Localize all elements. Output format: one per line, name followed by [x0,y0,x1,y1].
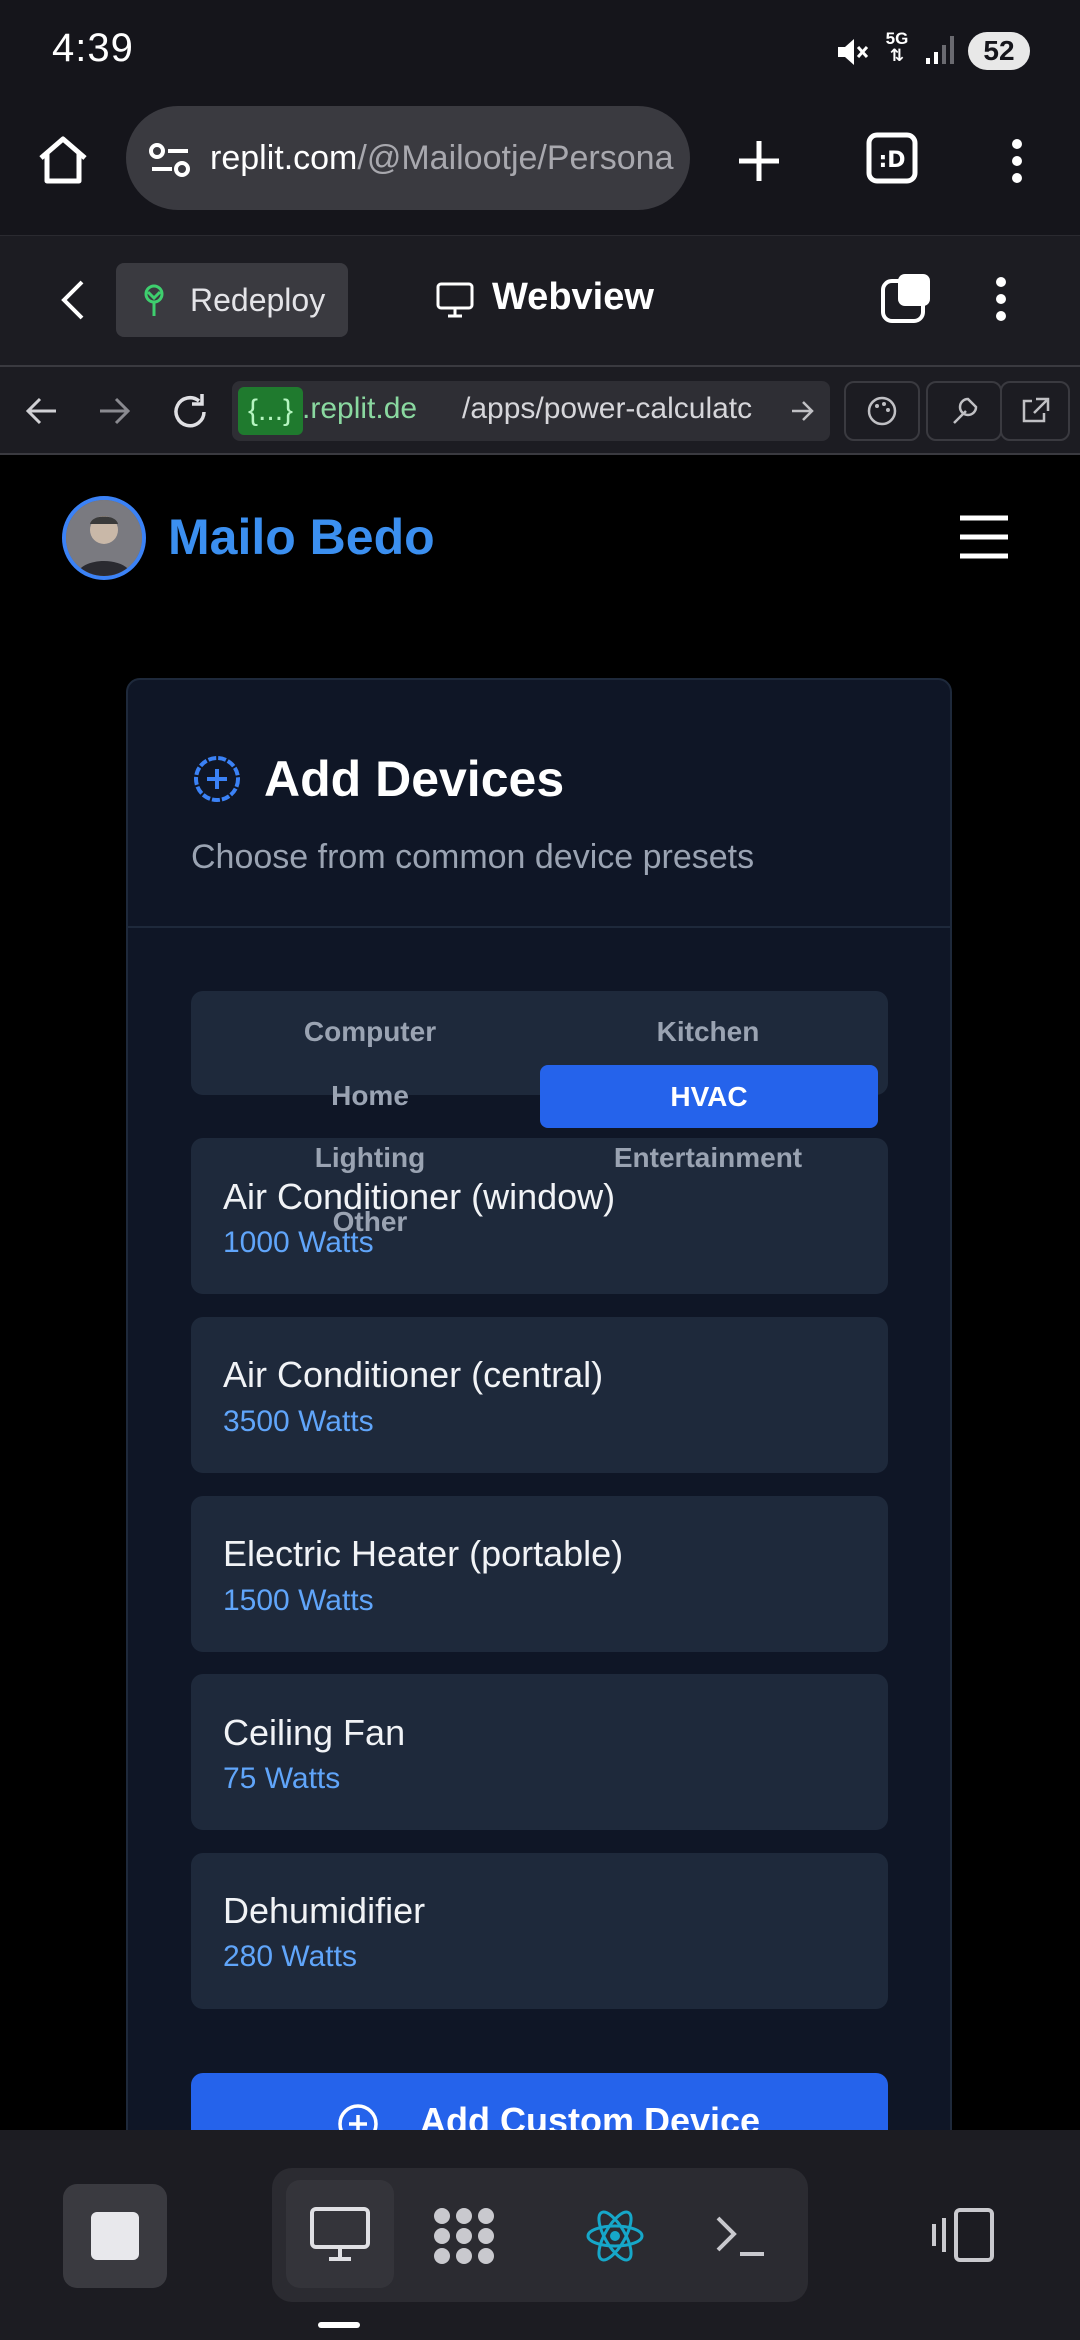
files-grid-icon[interactable] [430,2204,498,2268]
tab-hvac[interactable]: HVAC [540,1065,878,1128]
nav-forward-icon[interactable] [98,396,132,426]
tab-other[interactable]: Other [220,1206,520,1238]
dev-url-path: /apps/power-calculatc [462,392,753,425]
plus-circle-icon [192,754,242,804]
home-indicator[interactable] [318,2322,360,2328]
card-subtitle: Choose from common device presets [191,838,755,876]
monitor-icon [436,282,474,318]
site-settings-icon[interactable] [148,140,192,180]
network-type-label: 5G [885,29,909,48]
url-chip: {...} [238,387,304,435]
reload-icon[interactable] [170,392,210,432]
card-divider [128,926,950,928]
theme-button[interactable] [844,381,920,441]
new-window-icon[interactable] [880,272,932,324]
network-type-icon: 5G ⇅ [885,29,909,65]
signal-icon [924,32,958,66]
svg-text::D: :D [878,148,905,173]
redeploy-label: Redeploy [190,281,326,318]
tab-entertainment[interactable]: Entertainment [558,1142,858,1174]
go-arrow-icon[interactable] [790,398,816,424]
device-watts: 280 Watts [223,1940,357,1973]
site-name[interactable]: Mailo Bedo [168,508,435,566]
url-path: /@Mailootje/Persona [357,138,674,177]
status-time: 4:39 [52,26,134,70]
card-title: Add Devices [264,751,565,807]
pane-menu-icon[interactable] [994,276,1008,322]
device-watts: 3500 Watts [223,1405,374,1438]
mute-icon [834,34,870,70]
terminal-icon[interactable] [712,2210,768,2262]
tab-kitchen[interactable]: Kitchen [558,1016,858,1048]
deploy-icon [138,283,170,317]
device-name: Ceiling Fan [223,1712,406,1753]
device-name: Electric Heater (portable) [223,1533,624,1574]
tab-home[interactable]: Home [220,1080,520,1112]
react-icon[interactable] [584,2206,646,2266]
webview-title: Webview [492,276,654,318]
battery-indicator: 52 [968,32,1030,70]
open-external-button[interactable] [1000,381,1070,441]
tab-switcher-icon[interactable]: :D [866,132,918,184]
browser-url-field[interactable]: replit.com/@Mailootje/Persona [126,106,690,210]
device-watts: 1500 Watts [223,1584,374,1617]
stop-icon [91,2212,139,2260]
monitor-icon [309,2206,371,2262]
tab-lighting[interactable]: Lighting [220,1142,520,1174]
browser-menu-icon[interactable] [1010,138,1024,184]
hamburger-menu-icon[interactable] [958,514,1010,560]
device-watts: 75 Watts [223,1762,341,1795]
tab-computer[interactable]: Computer [220,1016,520,1048]
avatar[interactable] [62,496,146,580]
panel-toggle-icon[interactable] [930,2206,996,2264]
url-host: replit.com [210,138,358,177]
stop-button[interactable] [63,2184,167,2288]
device-name: Dehumidifier [223,1890,426,1931]
status-bar [0,0,1080,100]
home-icon[interactable] [36,134,90,186]
nav-back-icon[interactable] [24,396,58,426]
back-icon[interactable] [58,278,88,322]
devtools-button[interactable] [926,381,1002,441]
dev-url-host: .replit.de [302,392,418,425]
new-tab-icon[interactable] [736,138,782,184]
device-name: Air Conditioner (central) [223,1354,604,1395]
